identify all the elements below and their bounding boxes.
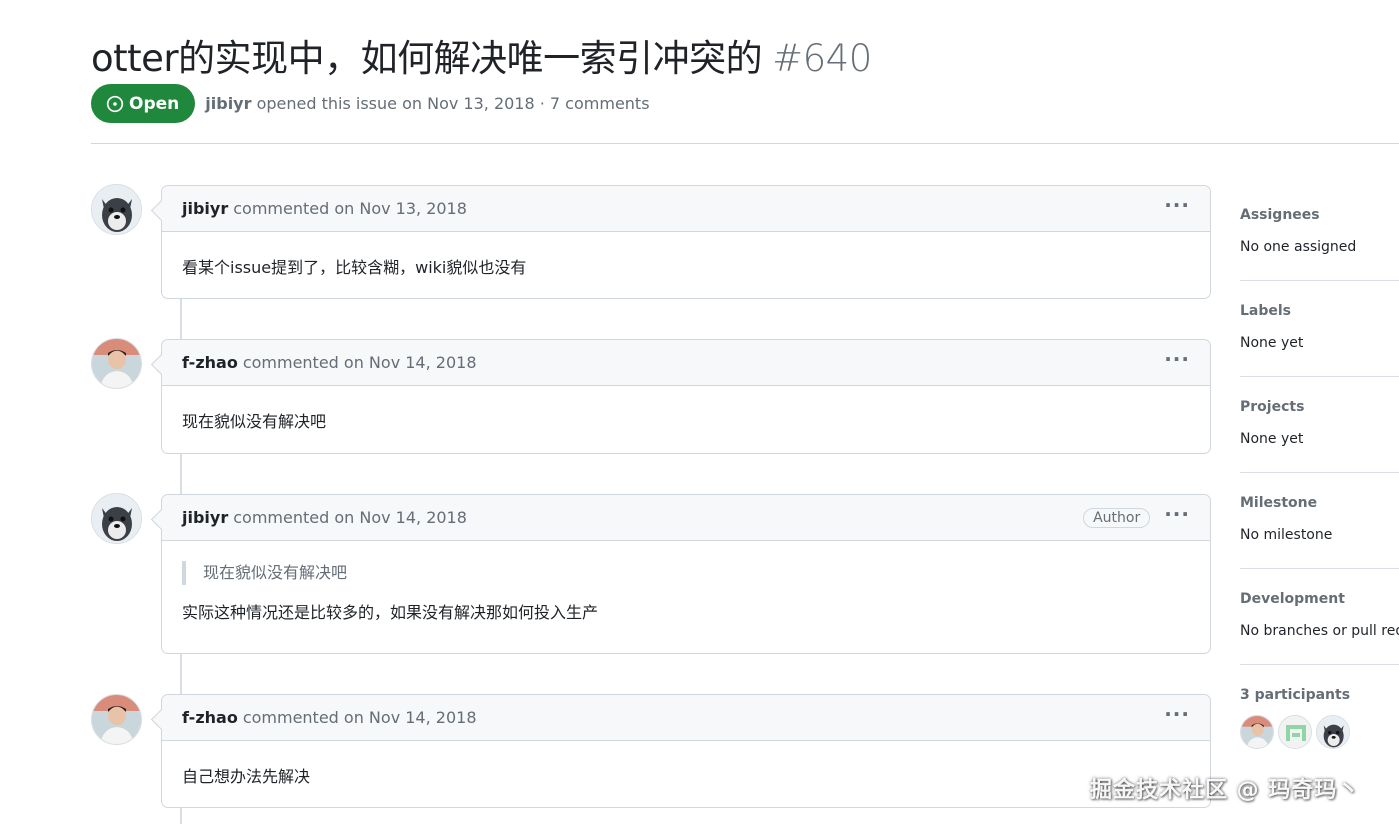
- issue-title-text: otter的实现中，如何解决唯一索引冲突的: [91, 37, 763, 80]
- comment-header: f-zhao commented on Nov 14, 2018 ···: [162, 695, 1210, 741]
- issue-opened-icon: [106, 95, 124, 112]
- comment-quote: 现在貌似没有解决吧: [182, 561, 1190, 585]
- issue-opened-text: jibiyr opened this issue on Nov 13, 2018…: [205, 94, 649, 113]
- comment-timestamp[interactable]: commented on Nov 14, 2018: [233, 508, 467, 527]
- participant-avatar[interactable]: [1316, 715, 1350, 749]
- issue-author-link[interactable]: jibiyr: [205, 94, 251, 113]
- sidebar-heading[interactable]: Projects: [1240, 399, 1399, 415]
- sidebar-heading: 3 participants: [1240, 687, 1351, 703]
- avatar[interactable]: [91, 184, 142, 235]
- sidebar-value: None yet: [1240, 431, 1304, 447]
- author-badge: Author: [1083, 507, 1151, 528]
- comment-text: 实际这种情况还是比较多的，如果没有解决那如何投入生产: [182, 603, 599, 622]
- kebab-menu-icon[interactable]: ···: [1164, 704, 1190, 732]
- comment-author[interactable]: f-zhao: [182, 353, 238, 372]
- comment-card: f-zhao commented on Nov 14, 2018 ··· 现在貌…: [161, 339, 1211, 454]
- sidebar-labels: Labels None yet: [1240, 281, 1399, 377]
- participant-avatar[interactable]: [1278, 715, 1312, 749]
- avatar[interactable]: [91, 493, 142, 544]
- issue-opened-detail: opened this issue on Nov 13, 2018 · 7 co…: [256, 94, 650, 113]
- comment-author[interactable]: jibiyr: [182, 199, 228, 218]
- sidebar-development: Development No branches or pull requ: [1240, 569, 1399, 665]
- sidebar-value: No branches or pull requ: [1240, 623, 1399, 639]
- comment-header: f-zhao commented on Nov 14, 2018 ···: [162, 340, 1210, 386]
- comment-timestamp[interactable]: commented on Nov 14, 2018: [243, 708, 477, 727]
- kebab-menu-icon[interactable]: ···: [1164, 349, 1190, 377]
- person-photo-avatar-icon: [1241, 716, 1273, 748]
- comment-timestamp[interactable]: commented on Nov 13, 2018: [233, 199, 467, 218]
- comment-header: jibiyr commented on Nov 13, 2018 ···: [162, 186, 1210, 232]
- issue-number: #640: [772, 37, 872, 80]
- comment-card: jibiyr commented on Nov 13, 2018 ··· 看某个…: [161, 185, 1211, 299]
- schnauzer-dog-avatar-icon: [92, 494, 141, 543]
- issue-state-badge: Open: [91, 84, 196, 123]
- kebab-menu-icon[interactable]: ···: [1164, 504, 1190, 532]
- comment-author[interactable]: f-zhao: [182, 708, 238, 727]
- schnauzer-dog-avatar-icon: [92, 185, 141, 234]
- person-photo-avatar-icon: [92, 339, 141, 388]
- avatar[interactable]: [91, 694, 142, 745]
- comment-card: f-zhao commented on Nov 14, 2018 ··· 自己想…: [161, 694, 1211, 808]
- sidebar-projects: Projects None yet: [1240, 377, 1399, 473]
- issue-title: otter的实现中，如何解决唯一索引冲突的 #640: [91, 28, 872, 82]
- comment-body: 现在貌似没有解决吧: [182, 412, 327, 431]
- issue-sidebar: Assignees No one assigned Labels None ye…: [1240, 185, 1399, 761]
- sidebar-value: None yet: [1240, 335, 1304, 351]
- comment-author[interactable]: jibiyr: [182, 508, 228, 527]
- sidebar-value: No milestone: [1240, 527, 1333, 543]
- schnauzer-dog-avatar-icon: [1317, 716, 1349, 748]
- header-divider: [91, 143, 1399, 144]
- avatar[interactable]: [91, 338, 142, 389]
- sidebar-heading[interactable]: Development: [1240, 591, 1399, 607]
- comment-header: jibiyr commented on Nov 14, 2018 Author …: [162, 495, 1210, 541]
- comment-body: 现在貌似没有解决吧 实际这种情况还是比较多的，如果没有解决那如何投入生产: [162, 541, 1210, 645]
- person-photo-avatar-icon: [92, 695, 141, 744]
- sidebar-heading[interactable]: Assignees: [1240, 207, 1399, 223]
- issue-meta: Open jibiyr opened this issue on Nov 13,…: [91, 84, 650, 123]
- sidebar-assignees: Assignees No one assigned: [1240, 185, 1399, 281]
- comment-timestamp[interactable]: commented on Nov 14, 2018: [243, 353, 477, 372]
- sidebar-milestone: Milestone No milestone: [1240, 473, 1399, 569]
- sidebar-heading[interactable]: Labels: [1240, 303, 1399, 319]
- comment-body: 自己想办法先解决: [182, 767, 311, 786]
- participant-avatar[interactable]: [1240, 715, 1274, 749]
- kebab-menu-icon[interactable]: ···: [1164, 195, 1190, 223]
- sidebar-value: No one assigned: [1240, 239, 1357, 255]
- issue-state-label: Open: [129, 93, 180, 114]
- sidebar-participants: 3 participants: [1240, 665, 1399, 761]
- identicon-avatar-icon: [1279, 716, 1311, 748]
- watermark: 掘金技术社区 @ 玛奇玛丶: [1090, 778, 1361, 803]
- sidebar-heading[interactable]: Milestone: [1240, 495, 1399, 511]
- comment-card: jibiyr commented on Nov 14, 2018 Author …: [161, 494, 1211, 654]
- comment-body: 看某个issue提到了，比较含糊，wiki貌似也没有: [182, 258, 527, 277]
- participants-list: [1240, 715, 1399, 749]
